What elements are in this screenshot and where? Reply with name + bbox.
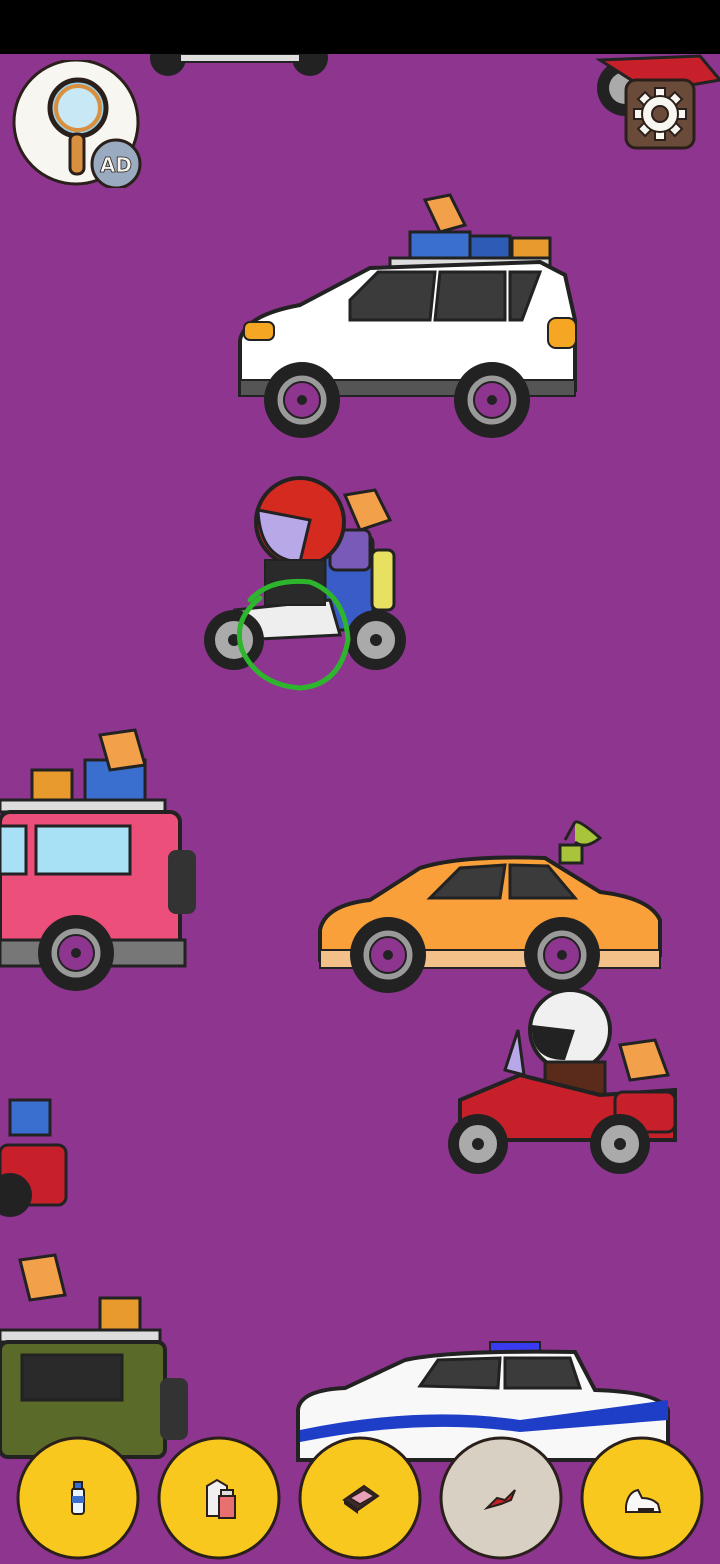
left-partial-motorcycle	[0, 1098, 68, 1217]
orange-sedan	[318, 820, 662, 995]
scene-canvas	[0, 54, 720, 1462]
game-scene	[0, 54, 720, 1560]
pink-jeep	[0, 728, 196, 993]
tray-slot-wallet[interactable]	[298, 1436, 422, 1560]
white-suv	[238, 193, 577, 440]
gear-icon	[633, 87, 687, 141]
scooter-rider	[203, 476, 407, 671]
water-bottle-icon	[71, 1481, 85, 1515]
ad-badge-label: AD	[100, 153, 132, 177]
green-jeep	[0, 1253, 188, 1459]
tray-slot-water-bottle[interactable]	[16, 1436, 140, 1560]
tray-slot-sneaker[interactable]	[580, 1436, 704, 1560]
status-bar	[0, 0, 720, 54]
hint-ad-button[interactable]: AD	[12, 58, 142, 190]
tray-slot-milk-carton[interactable]	[157, 1436, 281, 1560]
settings-button[interactable]	[624, 78, 696, 150]
red-touring-motorcycle	[447, 988, 677, 1175]
ad-badge: AD	[90, 138, 142, 190]
tray-slot-candy-found[interactable]	[439, 1436, 563, 1560]
motorcycle-top-partial	[150, 54, 328, 76]
